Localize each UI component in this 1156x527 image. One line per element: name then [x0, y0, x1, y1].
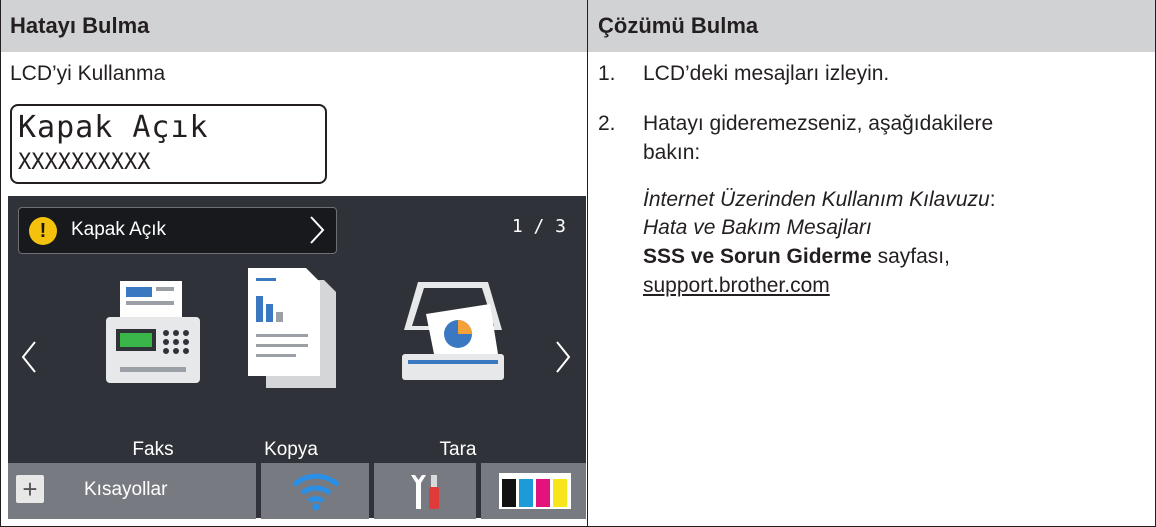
troubleshooting-table: Hatayı Bulma Çözümü Bulma LCD’yi Kullanm…	[0, 0, 1156, 527]
shortcuts-button[interactable]: + Kısayollar	[8, 463, 256, 519]
bottom-toolbar: + Kısayollar	[8, 458, 586, 519]
ink-icon	[499, 473, 571, 509]
faq-title: SSS ve Sorun Giderme	[643, 245, 872, 268]
support-link[interactable]: support.brother.com	[643, 272, 830, 300]
step-1-number: 1.	[598, 62, 616, 85]
faq-suffix: sayfası,	[871, 245, 950, 268]
shortcuts-label: Kısayollar	[84, 479, 168, 500]
column-divider	[587, 0, 588, 527]
step-2-number: 2.	[598, 112, 616, 135]
chevron-right-icon	[310, 216, 325, 244]
lcd-line-1: Kapak Açık	[18, 110, 209, 145]
step-1-text: LCD’deki mesajları izleyin.	[643, 62, 890, 85]
chevron-left-icon[interactable]	[20, 339, 38, 375]
fax-icon[interactable]	[98, 279, 208, 389]
step-2-line-1: Hatayı gideremezseniz, aşağıdakilere	[643, 112, 994, 135]
lcd-text-display: Kapak Açık XXXXXXXXXX	[10, 104, 327, 184]
wifi-button[interactable]	[261, 463, 369, 519]
settings-button[interactable]	[374, 463, 476, 519]
guide-section: Hata ve Bakım Mesajları	[643, 216, 872, 239]
scan-icon[interactable]	[398, 274, 508, 389]
guide-reference: İnternet Üzerinden Kullanım Kılavuzu:	[643, 186, 996, 214]
ink-button[interactable]	[481, 463, 586, 519]
lcd-usage-title: LCD’yi Kullanma	[10, 62, 166, 85]
faq-reference: SSS ve Sorun Giderme sayfası,	[643, 243, 950, 271]
guide-colon: :	[989, 188, 996, 211]
copy-icon[interactable]	[244, 266, 344, 391]
step-2-line-2: bakın:	[643, 141, 701, 164]
guide-title: İnternet Üzerinden Kullanım Kılavuzu	[643, 188, 990, 211]
plus-icon: +	[16, 475, 44, 503]
header-find-solution: Çözümü Bulma	[588, 0, 1156, 52]
tools-icon	[411, 475, 439, 509]
header-find-error: Hatayı Bulma	[0, 0, 587, 52]
chevron-right-icon[interactable]	[554, 339, 572, 375]
lcd-line-2: XXXXXXXXXX	[18, 150, 151, 175]
notice-label: Kapak Açık	[71, 219, 167, 240]
page-indicator: 1 / 3	[511, 216, 566, 237]
wifi-icon	[292, 473, 340, 511]
table-border-left	[0, 0, 1, 527]
cover-open-notice[interactable]: ! Kapak Açık	[18, 207, 337, 254]
touchscreen-panel: ! Kapak Açık 1 / 3 Faks Kopya Tara + Kıs…	[8, 196, 586, 519]
warning-icon: !	[29, 217, 57, 245]
